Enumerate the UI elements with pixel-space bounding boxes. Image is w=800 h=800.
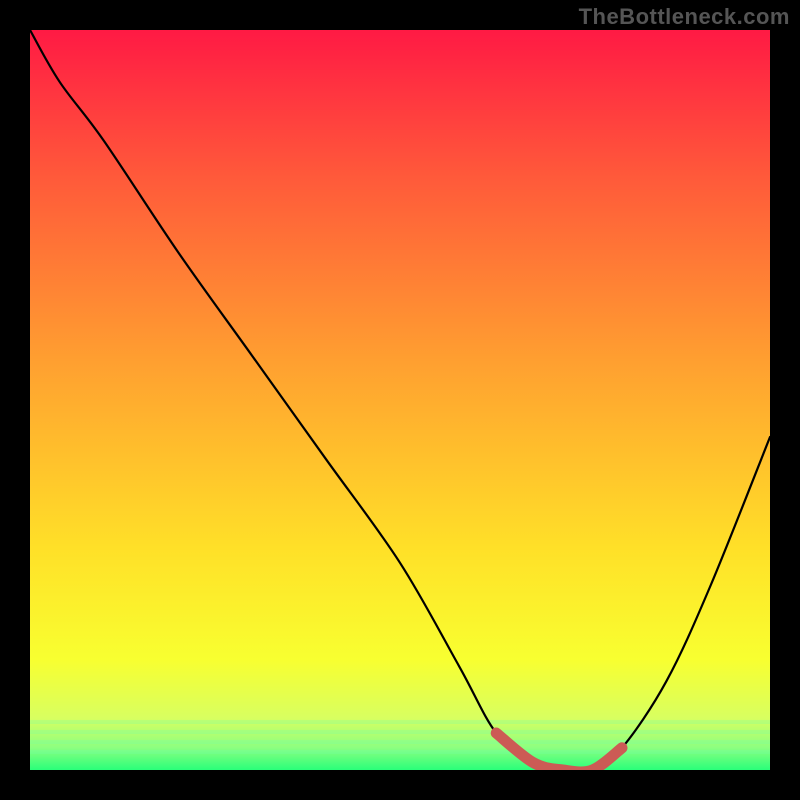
chart-container: TheBottleneck.com — [0, 0, 800, 800]
watermark-text: TheBottleneck.com — [579, 4, 790, 30]
gradient-background — [30, 30, 770, 770]
plot-area — [30, 30, 770, 770]
bottleneck-chart-svg — [30, 30, 770, 770]
